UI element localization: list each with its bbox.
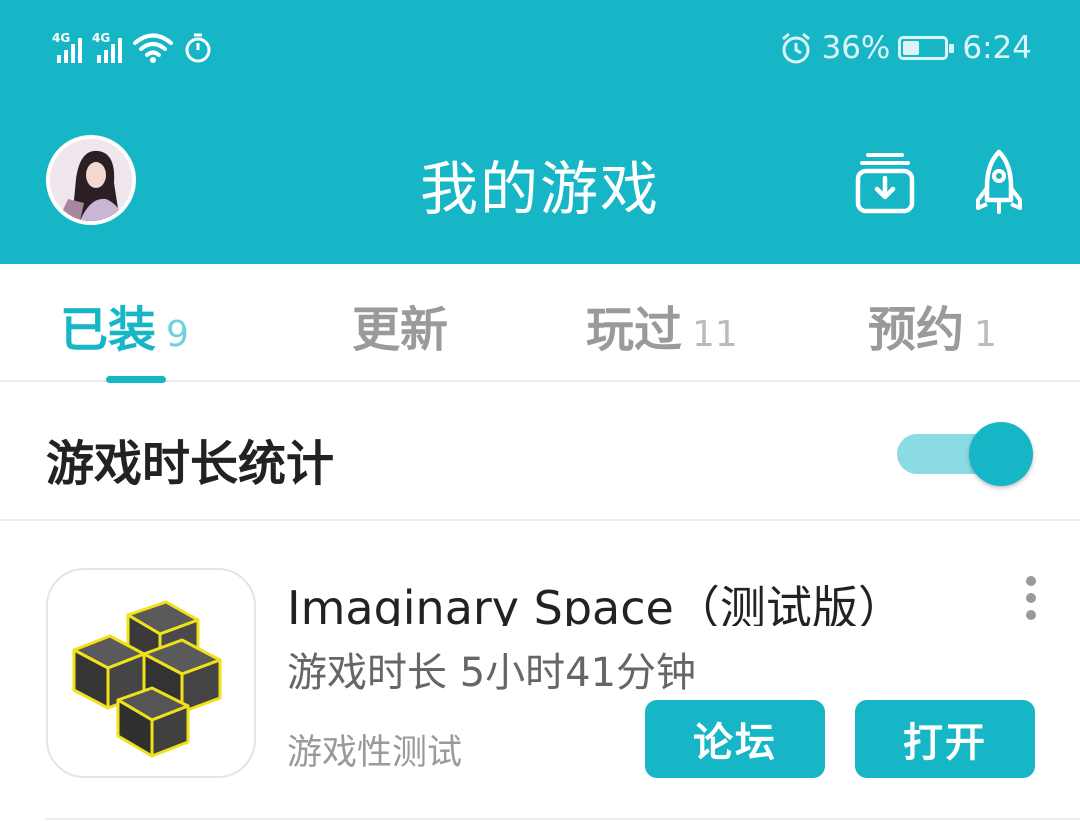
download-box-icon [855, 153, 915, 214]
game-tag: 游戏性测试 [287, 733, 463, 773]
tab-label: 已装 [60, 302, 157, 358]
network-type-label: 4G [92, 31, 111, 45]
cube-cluster-icon [72, 600, 222, 758]
app-header: 4G 4G 36% 6:24 我的游戏 [0, 0, 1080, 264]
toggle-knob [969, 422, 1033, 486]
accelerate-button[interactable] [964, 142, 1034, 222]
battery-percent: 36% [821, 30, 891, 66]
tab-label: 更新 [352, 302, 449, 358]
open-button[interactable]: 打开 [855, 700, 1035, 778]
status-bar-right: 36% 6:24 [779, 30, 1032, 66]
tab-played[interactable]: 玩过 11 [586, 290, 738, 360]
rocket-icon [976, 149, 1022, 214]
game-app-icon[interactable] [46, 568, 256, 778]
wifi-icon [133, 33, 173, 63]
tab-updates[interactable]: 更新 [352, 290, 448, 360]
list-divider [46, 818, 1080, 820]
more-options-icon[interactable] [1016, 576, 1046, 620]
clock: 6:24 [962, 30, 1032, 66]
game-play-time: 游戏时长 5小时41分钟 [287, 650, 697, 696]
timer-icon [185, 33, 211, 63]
network-type-label: 4G [52, 31, 71, 45]
signal-icon: 4G [92, 31, 122, 63]
tab-count: 9 [166, 314, 189, 355]
tab-label: 玩过 [586, 302, 683, 358]
playtime-stats-toggle[interactable] [897, 422, 1033, 486]
signal-icon: 4G [52, 31, 82, 63]
playtime-stats-label: 游戏时长统计 [46, 436, 335, 492]
forum-button[interactable]: 论坛 [645, 700, 825, 778]
alarm-icon [782, 32, 811, 64]
tab-count: 11 [692, 314, 738, 355]
tab-label: 预约 [868, 302, 965, 358]
tab-installed[interactable]: 已装 9 [60, 290, 189, 360]
tab-reserved[interactable]: 预约 1 [868, 290, 997, 360]
active-tab-indicator [106, 376, 166, 383]
status-bar-left: 4G 4G [52, 30, 212, 66]
tab-count: 1 [974, 314, 997, 355]
game-title: Imaginary Space（测试版） [287, 581, 904, 626]
battery-icon [898, 36, 955, 60]
download-manager-button[interactable] [850, 142, 920, 222]
